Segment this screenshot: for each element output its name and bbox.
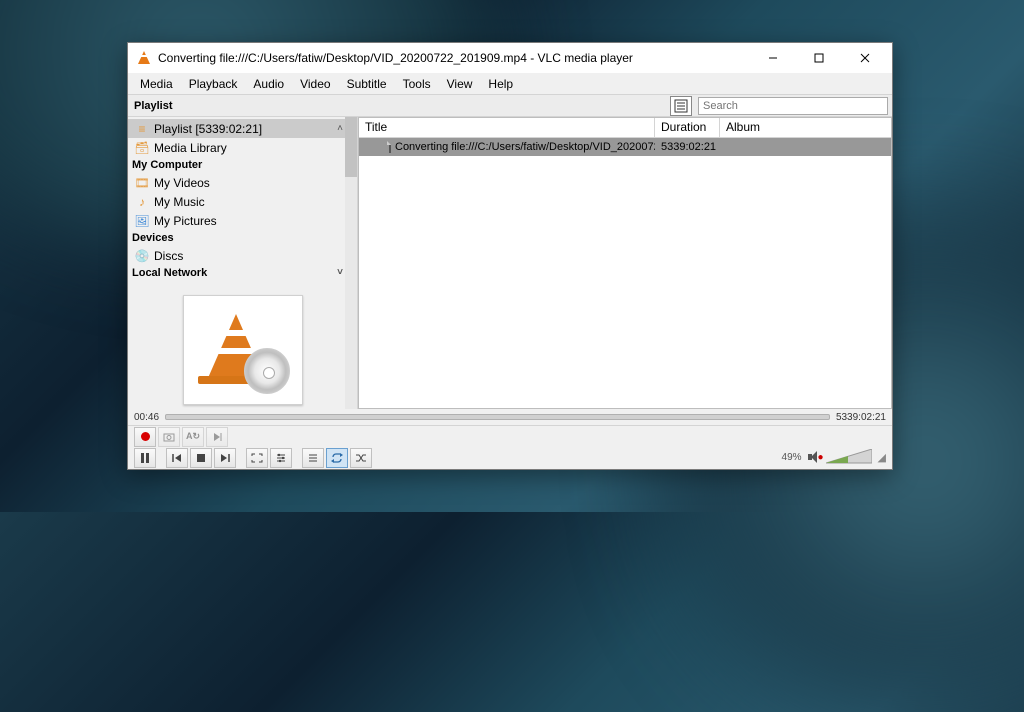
sidebar-tree: ≡ Playlist [5339:02:21] ˄ 🗃 Media Librar… xyxy=(128,117,357,281)
sidebar-item-my-music[interactable]: ♪ My Music xyxy=(128,192,357,211)
previous-button[interactable] xyxy=(166,448,188,468)
playback-toolbar: 49% ● ◢ xyxy=(128,447,892,469)
sidebar-item-label: Discs xyxy=(154,249,183,263)
next-button[interactable] xyxy=(214,448,236,468)
sidebar-scrollbar[interactable] xyxy=(345,117,357,409)
loop-button[interactable] xyxy=(326,448,348,468)
column-album[interactable]: Album xyxy=(720,118,891,137)
menu-media[interactable]: Media xyxy=(132,75,181,93)
mute-icon[interactable]: ● xyxy=(808,452,822,462)
row-duration: 5339:02:21 xyxy=(655,140,720,154)
time-elapsed[interactable]: 00:46 xyxy=(134,412,159,423)
frame-step-button[interactable] xyxy=(206,427,228,447)
row-album xyxy=(720,146,891,148)
vlc-cone-icon xyxy=(136,50,152,66)
minimize-button[interactable] xyxy=(750,43,796,73)
volume-slider[interactable] xyxy=(826,449,872,465)
time-total[interactable]: 5339:02:21 xyxy=(836,412,886,423)
toggle-playlist-view-button[interactable] xyxy=(670,96,692,116)
video-icon: 🎞 xyxy=(134,175,150,191)
playlist-label: Playlist xyxy=(128,100,358,112)
sidebar-item-label: Playlist [5339:02:21] xyxy=(154,122,262,136)
sidebar-item-playlist[interactable]: ≡ Playlist [5339:02:21] ˄ xyxy=(128,119,357,138)
pause-button[interactable] xyxy=(134,448,156,468)
progress-area: 00:46 5339:02:21 xyxy=(128,409,892,425)
menu-audio[interactable]: Audio xyxy=(245,75,292,93)
menu-playback[interactable]: Playback xyxy=(181,75,246,93)
column-duration[interactable]: Duration xyxy=(655,118,720,137)
sidebar-item-label: Media Library xyxy=(154,141,227,155)
search-input[interactable] xyxy=(698,97,888,115)
menu-help[interactable]: Help xyxy=(480,75,521,93)
record-toolbar: A↻ xyxy=(128,425,892,447)
sidebar-item-label: My Pictures xyxy=(154,214,217,228)
playlist-button[interactable] xyxy=(302,448,324,468)
playlist-icon: ≡ xyxy=(134,121,150,137)
maximize-button[interactable] xyxy=(796,43,842,73)
volume-percent: 49% xyxy=(782,452,802,463)
disc-icon: 💿 xyxy=(134,248,150,264)
picture-icon: 🖼 xyxy=(134,213,150,229)
shuffle-button[interactable] xyxy=(350,448,372,468)
sidebar: ≡ Playlist [5339:02:21] ˄ 🗃 Media Librar… xyxy=(128,117,358,409)
menu-view[interactable]: View xyxy=(439,75,481,93)
playlist-row[interactable]: Converting file:///C:/Users/fatiw/Deskto… xyxy=(359,138,891,156)
file-icon xyxy=(389,141,391,153)
expand-icon[interactable]: ◢ xyxy=(878,451,886,464)
record-button[interactable] xyxy=(134,427,156,447)
menu-video[interactable]: Video xyxy=(292,75,338,93)
sidebar-item-label: My Music xyxy=(154,195,205,209)
library-icon: 🗃 xyxy=(134,140,150,156)
sidebar-item-discs[interactable]: 💿 Discs xyxy=(128,246,357,265)
titlebar[interactable]: Converting file:///C:/Users/fatiw/Deskto… xyxy=(128,43,892,73)
music-icon: ♪ xyxy=(134,194,150,210)
sidebar-item-label: My Videos xyxy=(154,176,210,190)
extended-settings-button[interactable] xyxy=(270,448,292,468)
menu-tools[interactable]: Tools xyxy=(395,75,439,93)
menu-subtitle[interactable]: Subtitle xyxy=(339,75,395,93)
window-title: Converting file:///C:/Users/fatiw/Deskto… xyxy=(158,51,750,65)
sidebar-section-local-network[interactable]: Local Network ˅ xyxy=(128,265,357,281)
sidebar-item-my-videos[interactable]: 🎞 My Videos xyxy=(128,173,357,192)
column-title[interactable]: Title xyxy=(359,118,655,137)
vlc-cone-large-icon xyxy=(183,295,303,405)
column-headers: Title Duration Album xyxy=(359,118,891,138)
chevron-up-icon[interactable]: ˄ xyxy=(337,123,343,134)
snapshot-button[interactable] xyxy=(158,427,180,447)
sidebar-item-my-pictures[interactable]: 🖼 My Pictures xyxy=(128,211,357,230)
row-title: Converting file:///C:/Users/fatiw/Deskto… xyxy=(395,141,655,153)
menubar: Media Playback Audio Video Subtitle Tool… xyxy=(128,73,892,95)
stop-button[interactable] xyxy=(190,448,212,468)
playlist-header-row: Playlist xyxy=(128,95,892,117)
a-to-b-loop-button[interactable]: A↻ xyxy=(182,427,204,447)
sidebar-item-media-library[interactable]: 🗃 Media Library xyxy=(128,138,357,157)
fullscreen-button[interactable] xyxy=(246,448,268,468)
close-button[interactable] xyxy=(842,43,888,73)
chevron-down-icon[interactable]: ˅ xyxy=(337,267,343,278)
seek-bar[interactable] xyxy=(165,414,830,420)
playlist-pane: Title Duration Album Converting file:///… xyxy=(358,117,892,409)
sidebar-section-my-computer[interactable]: My Computer xyxy=(128,157,357,173)
sidebar-section-devices[interactable]: Devices xyxy=(128,230,357,246)
vlc-window: Converting file:///C:/Users/fatiw/Deskto… xyxy=(127,42,893,470)
